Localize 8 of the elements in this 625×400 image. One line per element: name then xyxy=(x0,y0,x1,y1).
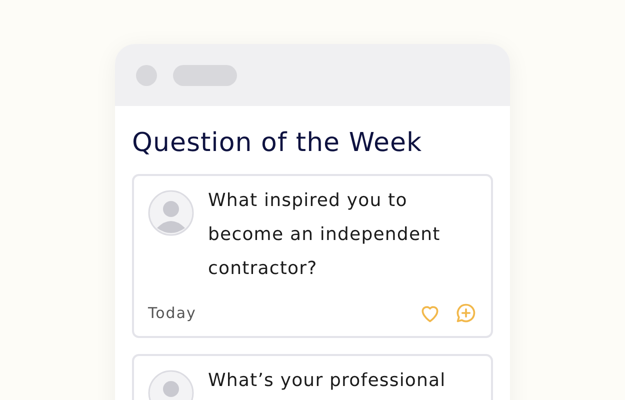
question-text: What inspired you to become an independent contractor? xyxy=(208,189,442,281)
avatar xyxy=(148,190,194,236)
pill-placeholder xyxy=(173,64,237,86)
question-date: Today xyxy=(148,304,196,322)
dot-icon xyxy=(136,64,157,86)
question-text: What’s your professional xyxy=(208,369,446,393)
add-comment-button[interactable] xyxy=(455,302,477,324)
page-title: Question of the Week xyxy=(132,128,424,158)
